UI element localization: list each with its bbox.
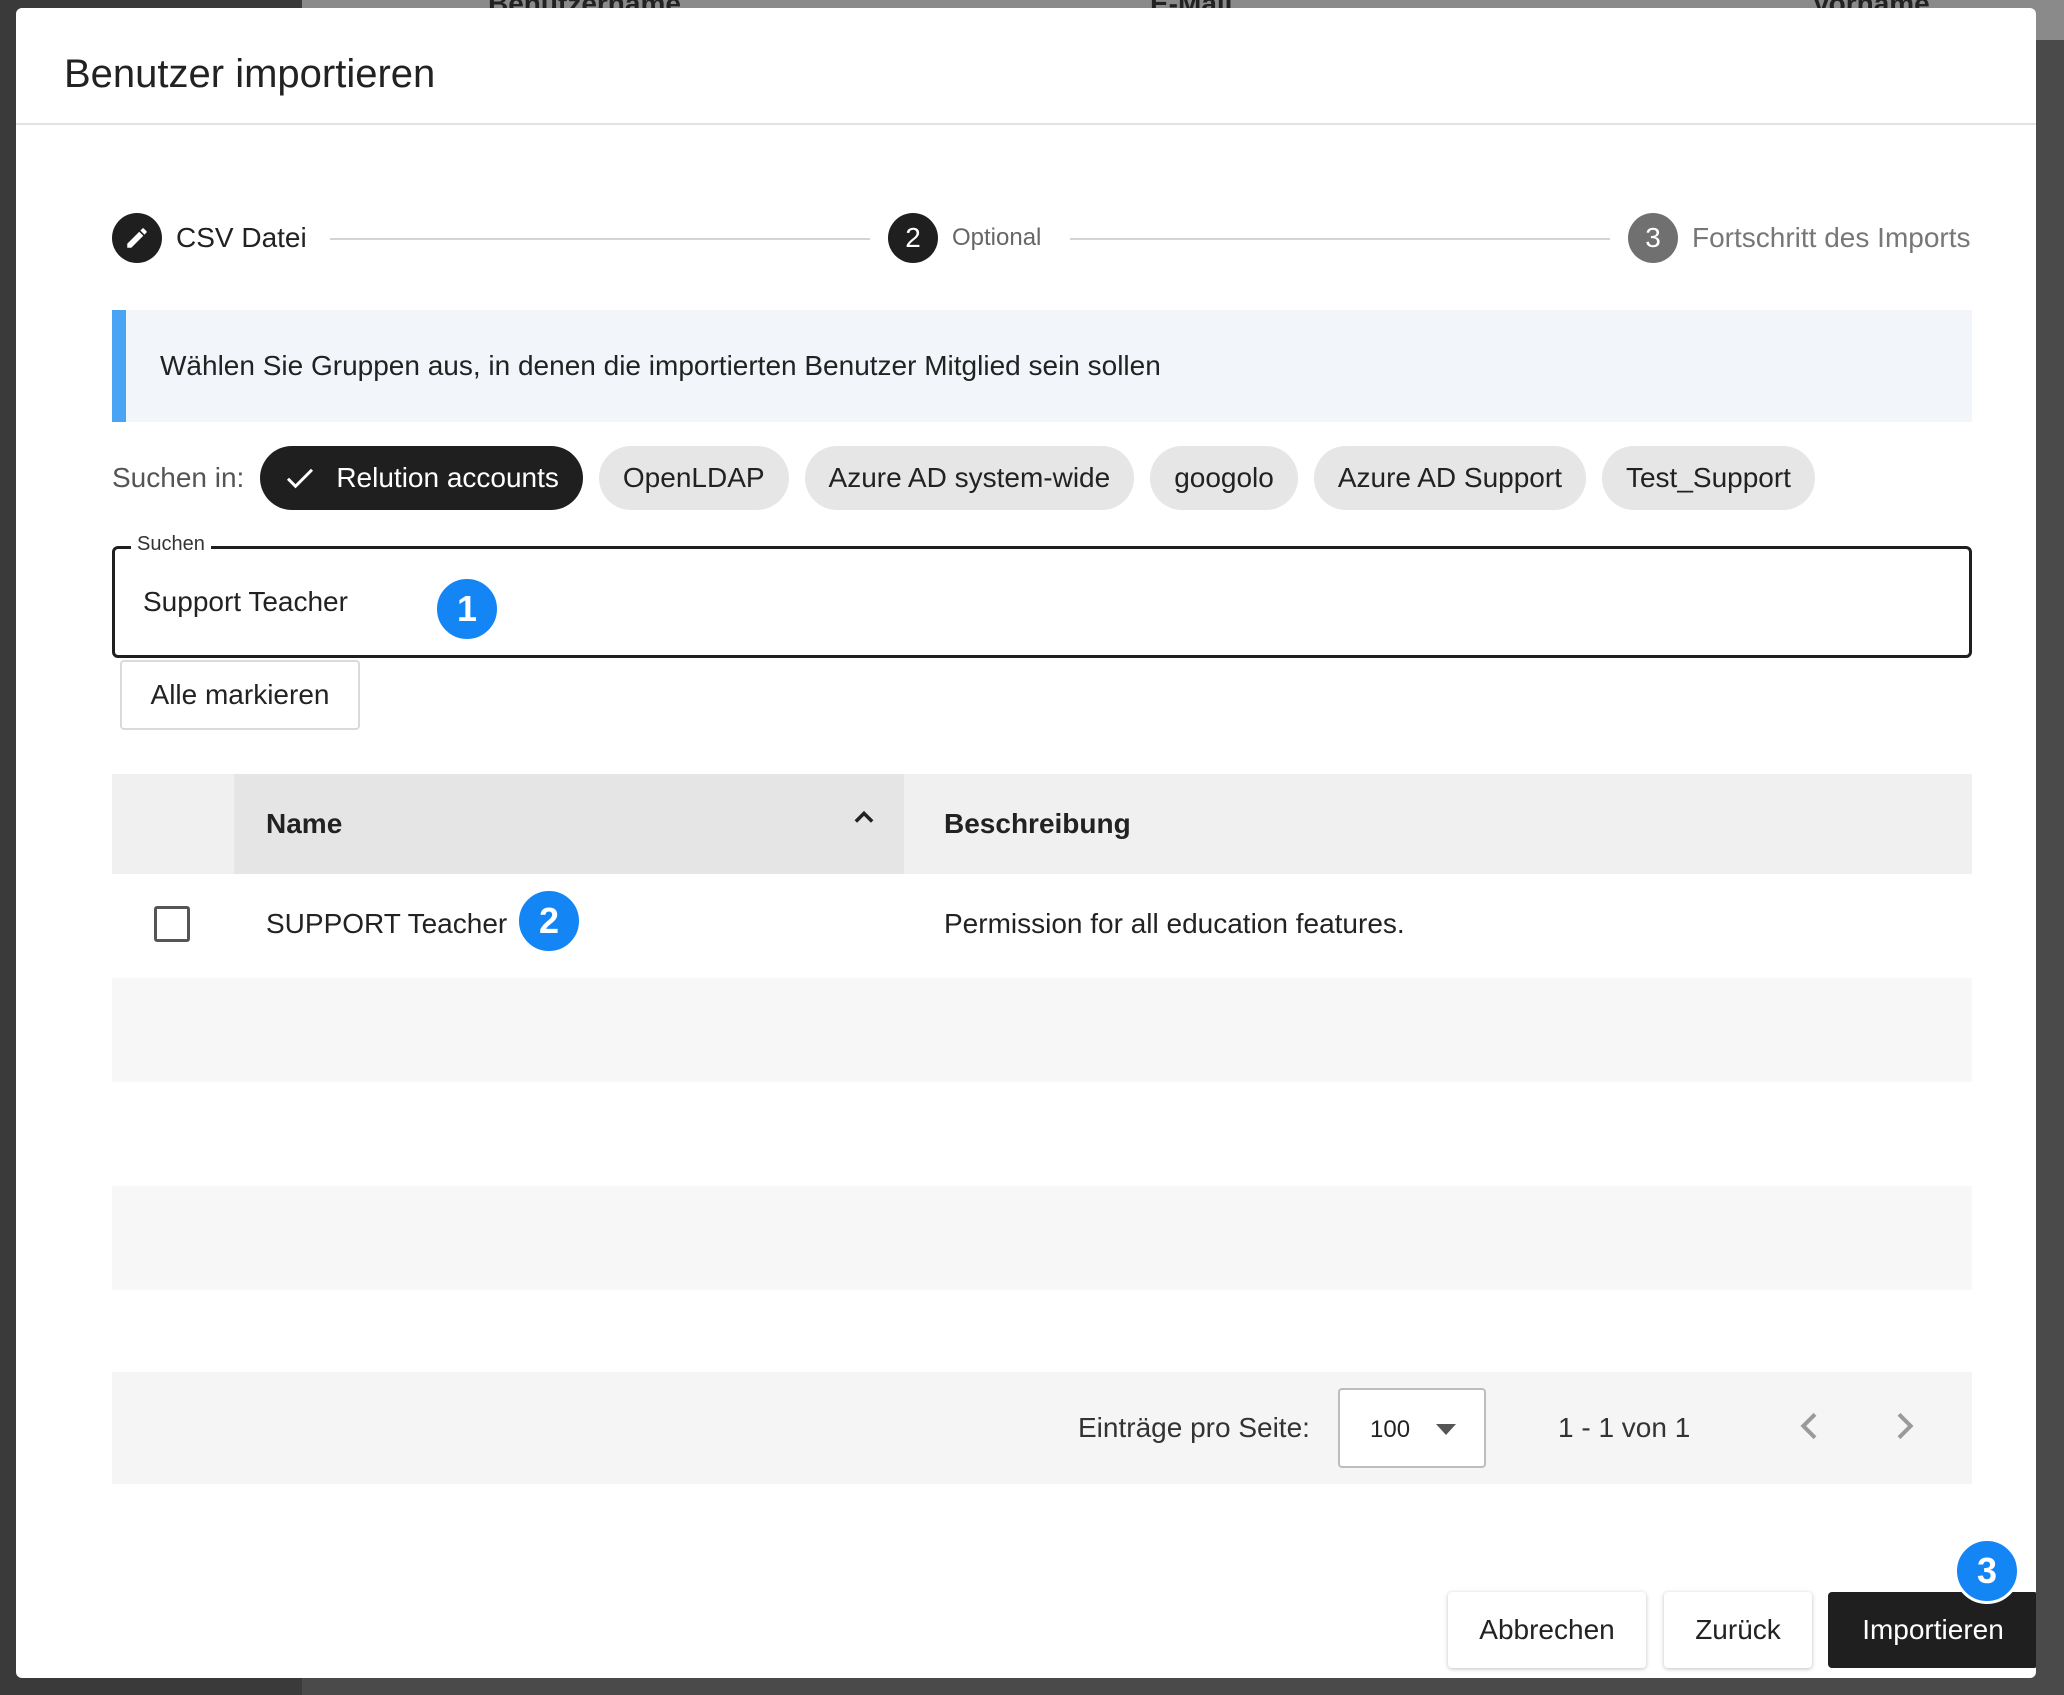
chip-test-support[interactable]: Test_Support — [1601, 446, 1815, 510]
chip-label: Azure AD Support — [1337, 462, 1562, 493]
annotation-badge-2: 2 — [516, 888, 582, 954]
search-label: Suchen — [131, 533, 211, 556]
annotation-badge-1: 1 — [434, 576, 500, 642]
table-row[interactable]: SUPPORT Teacher Permission for all educa… — [112, 874, 1972, 978]
row-description: Permission for all education features. — [944, 908, 1405, 939]
step-label-progress: Fortschritt des Imports — [1692, 222, 1971, 253]
step-optional[interactable]: 2 Optional — [888, 212, 1041, 264]
empty-row — [112, 1082, 1972, 1186]
chip-azure-ad-system-wide[interactable]: Azure AD system-wide — [804, 446, 1135, 510]
check-icon — [287, 468, 314, 489]
search-in-label: Suchen in: — [112, 462, 245, 493]
column-name-label: Name — [266, 808, 343, 839]
step-number-3: 3 — [1628, 213, 1678, 263]
table-header: Name Beschreibung — [112, 774, 1972, 874]
import-users-dialog: Benutzer importieren CSV Datei 2 Optiona… — [16, 8, 2036, 1678]
per-page-label: Einträge pro Seite: — [1078, 1412, 1310, 1443]
step-number-2: 2 — [888, 213, 938, 263]
chip-openldap[interactable]: OpenLDAP — [598, 446, 789, 510]
step-connector-2 — [1070, 238, 1610, 240]
row-checkbox[interactable] — [154, 906, 190, 942]
step-label-optional: Optional — [952, 224, 1042, 251]
chip-label: Relution accounts — [336, 462, 559, 493]
import-button[interactable]: Importieren — [1828, 1592, 2036, 1668]
back-button[interactable]: Zurück — [1664, 1592, 1812, 1668]
dialog-title: Benutzer importieren — [64, 52, 436, 96]
chip-azure-ad-support[interactable]: Azure AD Support — [1313, 446, 1586, 510]
chip-relution-accounts[interactable]: Relution accounts — [260, 446, 583, 510]
step-label-csv: CSV Datei — [176, 222, 307, 253]
title-divider — [16, 123, 2036, 125]
page-range: 1 - 1 von 1 — [1558, 1412, 1691, 1443]
chip-label: Azure AD system-wide — [828, 462, 1111, 493]
pencil-icon — [112, 213, 162, 263]
column-header-description: Beschreibung — [944, 808, 1131, 839]
pagination: Einträge pro Seite: 100 1 - 1 von 1 — [112, 1372, 1972, 1484]
cancel-button[interactable]: Abbrechen — [1448, 1592, 1646, 1668]
step-import-progress[interactable]: 3 Fortschritt des Imports — [1628, 212, 1971, 264]
info-banner: Wählen Sie Gruppen aus, in denen die imp… — [112, 310, 1972, 422]
step-connector-1 — [330, 238, 870, 240]
sort-ascending-icon — [854, 810, 874, 823]
chip-label: OpenLDAP — [622, 462, 765, 493]
info-banner-text: Wählen Sie Gruppen aus, in denen die imp… — [160, 350, 1161, 381]
chip-label: googolo — [1174, 462, 1274, 493]
column-header-name[interactable]: Name — [234, 774, 904, 874]
select-all-button[interactable]: Alle markieren — [120, 660, 360, 730]
chip-googolo[interactable]: googolo — [1150, 446, 1298, 510]
per-page-select[interactable]: 100 — [1338, 1388, 1486, 1468]
annotation-badge-3: 3 — [1954, 1538, 2020, 1604]
dropdown-arrow-icon — [1436, 1424, 1456, 1435]
row-name: SUPPORT Teacher — [266, 908, 508, 939]
empty-row — [112, 978, 1972, 1082]
chevron-left-icon[interactable] — [1790, 1406, 1830, 1446]
search-input[interactable] — [143, 577, 1923, 627]
source-chips: Suchen in: Relution accounts OpenLDAP Az… — [112, 446, 1831, 510]
stepper: CSV Datei 2 Optional 3 Fortschritt des I… — [112, 212, 1972, 264]
step-csv-file[interactable]: CSV Datei — [112, 212, 307, 264]
search-field: Suchen — [112, 533, 1972, 658]
chip-label: Test_Support — [1625, 462, 1791, 493]
groups-table: Name Beschreibung SUPPORT Teacher Permis… — [112, 774, 1972, 1290]
per-page-value: 100 — [1370, 1416, 1411, 1443]
chevron-right-icon[interactable] — [1884, 1406, 1924, 1446]
empty-row — [112, 1186, 1972, 1290]
